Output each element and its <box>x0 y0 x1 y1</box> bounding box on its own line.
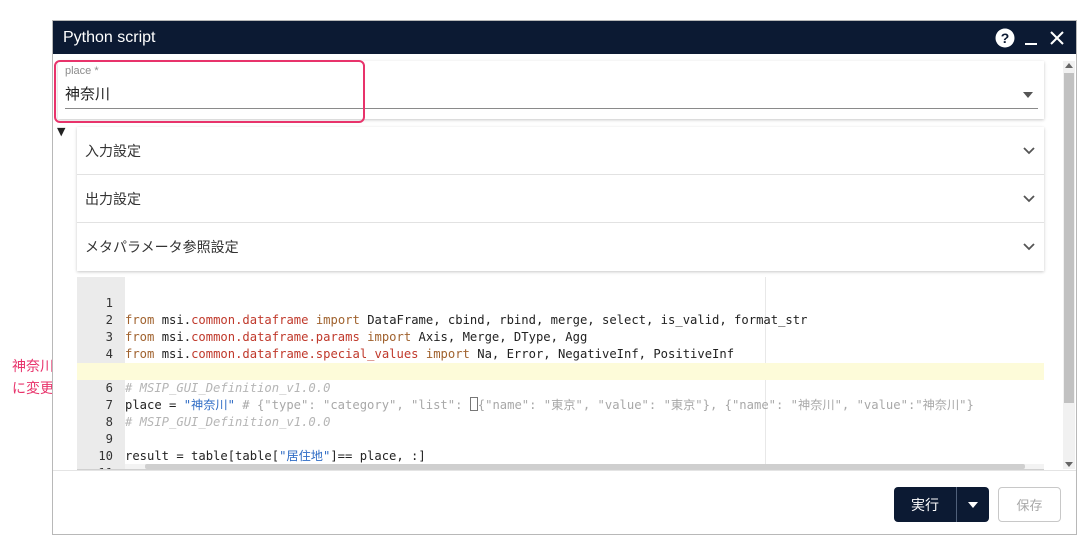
minimize-button[interactable] <box>1018 21 1044 54</box>
annotation-line-1: 神奈川 <box>12 359 54 375</box>
run-dropdown-button[interactable] <box>956 487 989 522</box>
code-line: 7 # MSIP_GUI_Definition_v1.0.0 <box>77 380 1044 429</box>
code-line: 3 from msi.common.dataframe.special_valu… <box>77 312 1044 361</box>
code-line: 2 from msi.common.dataframe.params impor… <box>77 295 1044 344</box>
code-line: 1 from msi.common.dataframe import DataF… <box>77 278 1044 327</box>
close-icon <box>1050 30 1064 45</box>
svg-text:?: ? <box>1001 30 1010 46</box>
accordion-label: 出力設定 <box>85 191 141 208</box>
collapse-triangle-icon[interactable]: ▼ <box>57 126 65 138</box>
caret-down-icon <box>968 501 978 508</box>
vertical-scrollbar-thumb[interactable] <box>1064 73 1074 403</box>
dialog-title: Python script <box>63 28 156 46</box>
dialog-titlebar: Python script ? <box>53 21 1076 54</box>
chevron-down-icon <box>1014 242 1044 252</box>
code-editor[interactable]: 1 from msi.common.dataframe import DataF… <box>77 277 1044 470</box>
chevron-down-icon <box>1014 194 1044 204</box>
accordion-label: メタパラメータ参照設定 <box>85 240 239 256</box>
annotation-text: 神奈川 に変更 <box>12 356 54 400</box>
code-line: 11 <box>77 448 1044 469</box>
accordion-output-settings[interactable]: 出力設定 <box>77 175 1044 223</box>
annotation-line-2: に変更 <box>12 381 54 397</box>
chevron-down-icon <box>1014 146 1044 156</box>
accordion-label: 入力設定 <box>85 143 141 160</box>
help-icon: ? <box>995 28 1015 47</box>
footer-divider <box>53 470 1076 471</box>
scroll-down-icon[interactable] <box>1065 462 1073 467</box>
code-line: 4 <box>77 329 1044 361</box>
place-highlight-box <box>54 60 365 123</box>
horizontal-scrollbar-thumb[interactable] <box>145 464 1025 469</box>
help-button[interactable]: ? <box>992 21 1018 54</box>
close-button[interactable] <box>1044 21 1070 54</box>
run-button[interactable]: 実行 <box>894 487 956 522</box>
horizontal-scrollbar[interactable] <box>125 464 1044 469</box>
save-button[interactable]: 保存 <box>998 487 1061 522</box>
accordion-meta-parameter-settings[interactable]: メタパラメータ参照設定 <box>77 223 1044 271</box>
code-line: 8 <box>77 397 1044 429</box>
dropdown-caret-icon[interactable] <box>1023 92 1033 98</box>
code-line: 5 # MSIP_GUI_Definition_v1.0.0 <box>77 346 1044 395</box>
code-line: 9 result = table[table["居住地"]== place, :… <box>77 414 1044 463</box>
minimize-icon <box>1025 42 1037 45</box>
python-script-dialog: Python script ? place * 神奈川 ▼ 入力設定 出力設定 … <box>52 20 1077 535</box>
code-line: 10 <box>77 431 1044 463</box>
accordion-input-settings[interactable]: 入力設定 <box>77 127 1044 175</box>
code-line-active: 6 place = "神奈川" # {"type": "category", "… <box>77 363 1044 412</box>
scroll-up-icon[interactable] <box>1065 63 1073 68</box>
run-button-group: 実行 <box>894 487 989 522</box>
vertical-scrollbar[interactable] <box>1063 61 1075 469</box>
settings-accordion: 入力設定 出力設定 メタパラメータ参照設定 <box>77 127 1044 271</box>
